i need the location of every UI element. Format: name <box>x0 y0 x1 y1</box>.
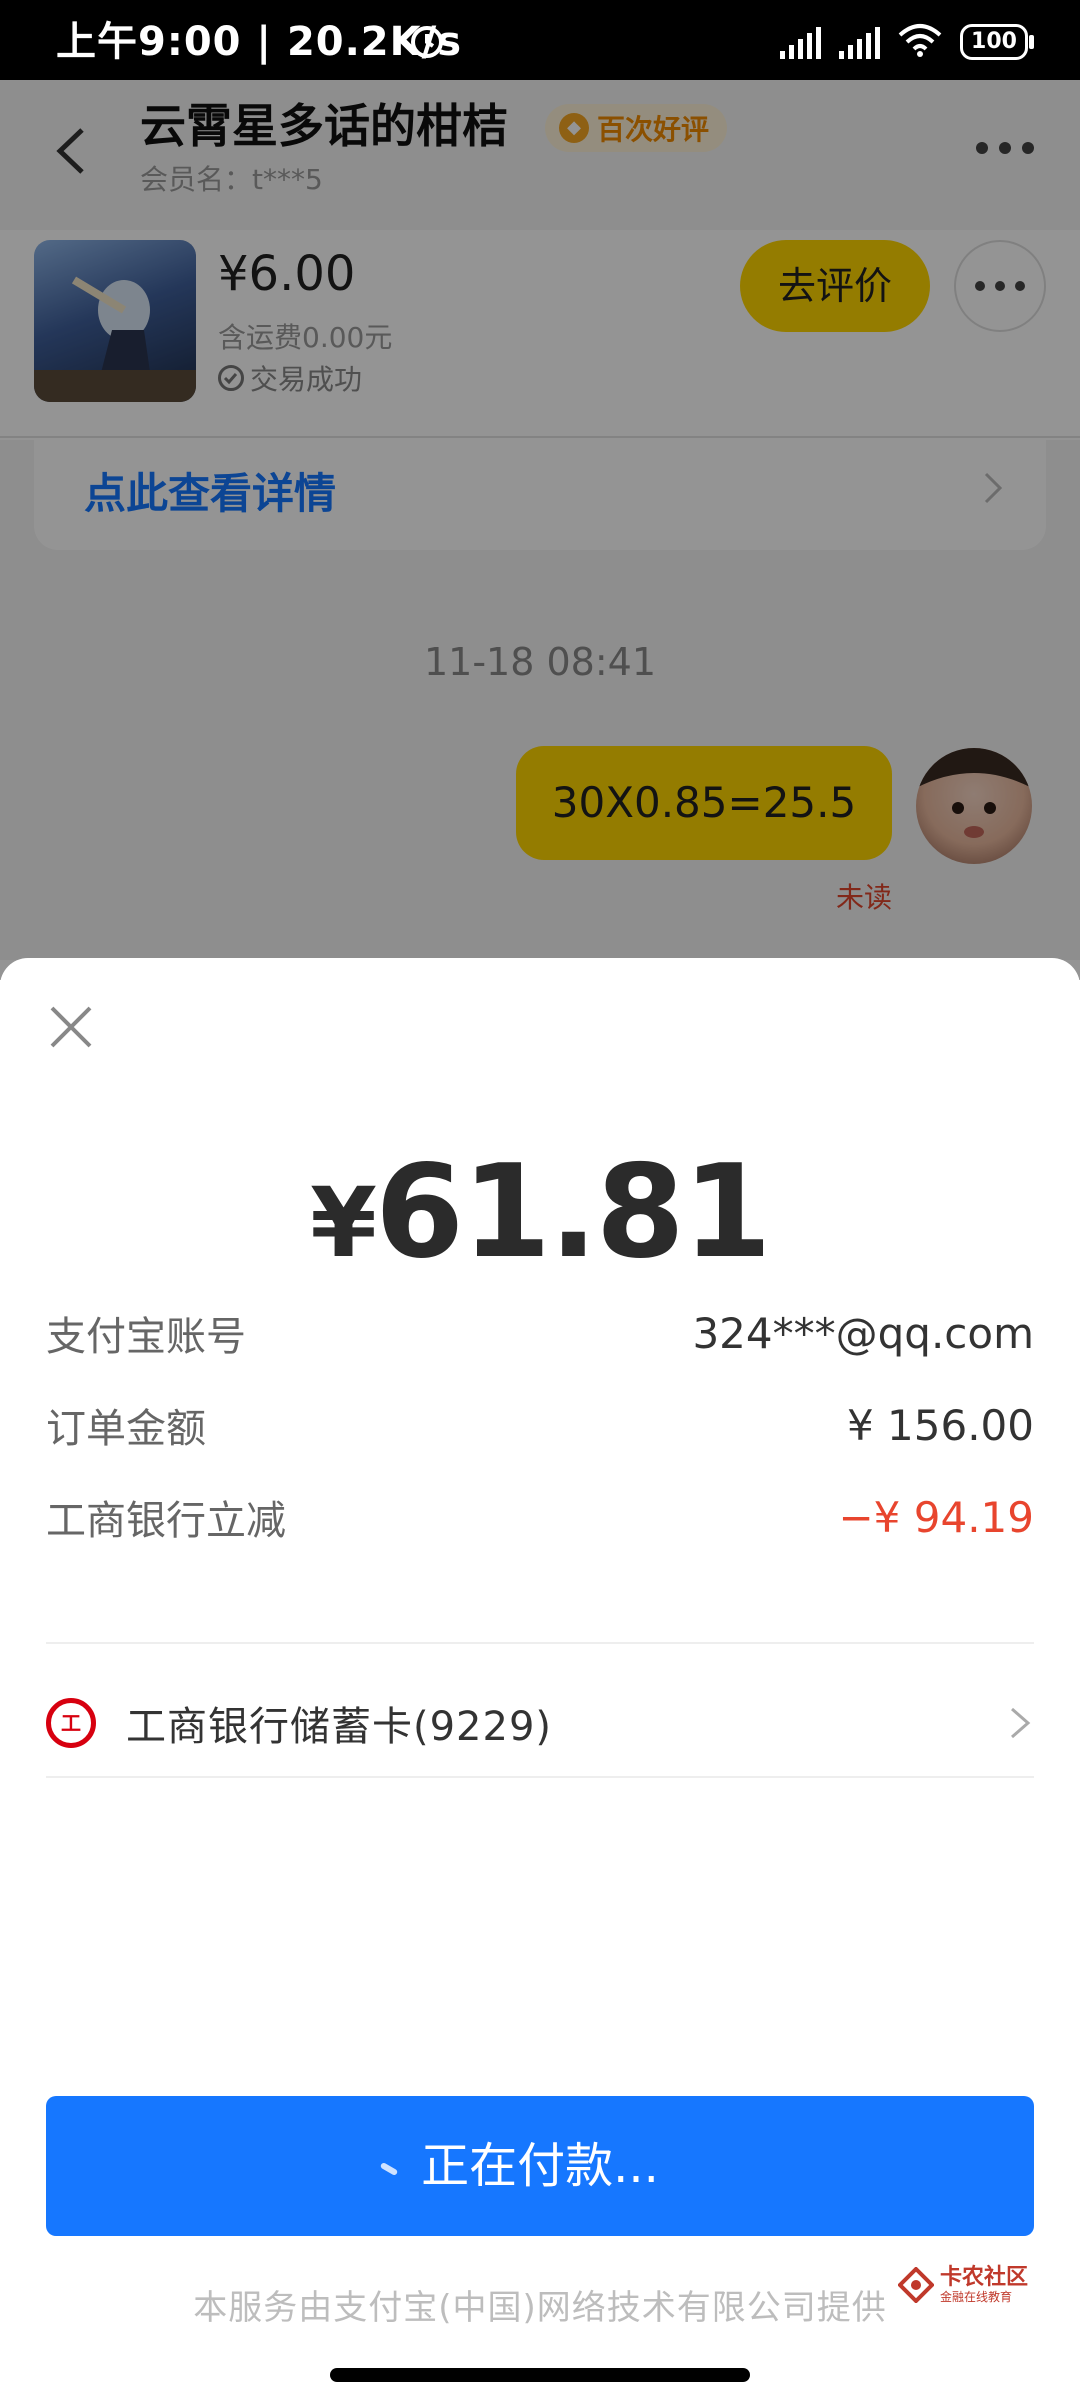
discount-label: 工商银行立减 <box>46 1498 286 1544</box>
pay-button-label: 正在付款... <box>421 2138 659 2194</box>
payment-method-name: 工商银行储蓄卡(9229) <box>126 1704 553 1750</box>
order-amount-row: 订单金额 ¥ 156.00 <box>46 1390 1034 1460</box>
watermark-title: 卡农社区 <box>940 2265 1029 2290</box>
status-time-speed: 上午9:00 | 20.2K/s <box>56 19 463 65</box>
discount-value: −¥ 94.19 <box>838 1492 1034 1542</box>
divider <box>46 1776 1034 1778</box>
watermark-text: 卡农社区 金融在线教育 <box>940 2265 1029 2305</box>
discount-row: 工商银行立减 −¥ 94.19 <box>46 1482 1034 1552</box>
signal-icon <box>780 25 821 59</box>
signal-2-icon <box>839 25 880 59</box>
close-icon[interactable] <box>48 1004 94 1050</box>
order-amount-value: ¥ 156.00 <box>846 1400 1034 1450</box>
watermark-subtitle: 金融在线教育 <box>940 2290 1013 2304</box>
status-icons: 100 <box>780 22 1034 62</box>
home-indicator[interactable] <box>330 2368 750 2382</box>
wifi-icon <box>898 23 942 61</box>
account-row: 支付宝账号 324***@qq.com <box>46 1298 1034 1368</box>
payment-amount: ¥61.81 <box>0 1138 1080 1287</box>
currency-symbol: ¥ <box>310 1167 377 1279</box>
divider <box>46 1642 1034 1644</box>
account-value: 324***@qq.com <box>692 1308 1034 1358</box>
kanong-logo-icon <box>897 2266 935 2304</box>
payment-method-row[interactable]: 工 工商银行储蓄卡(9229) <box>46 1678 1034 1768</box>
payment-sheet: ¥61.81 支付宝账号 324***@qq.com 订单金额 ¥ 156.00… <box>0 958 1080 2400</box>
order-amount-label: 订单金额 <box>46 1406 206 1452</box>
loading-spinner-icon <box>379 2161 399 2177</box>
chevron-right-icon <box>1006 1703 1034 1743</box>
alarm-icon <box>408 22 446 60</box>
icbc-bank-icon: 工 <box>46 1698 96 1748</box>
battery-icon: 100 <box>960 24 1034 60</box>
pay-button[interactable]: 正在付款... <box>46 2096 1034 2236</box>
amount-value: 61.81 <box>374 1138 772 1287</box>
watermark: 卡农社区 金融在线教育 <box>897 2265 1029 2305</box>
account-label: 支付宝账号 <box>46 1314 246 1360</box>
dim-overlay[interactable] <box>0 80 1080 980</box>
status-bar: 上午9:00 | 20.2K/s 100 <box>0 0 1080 80</box>
